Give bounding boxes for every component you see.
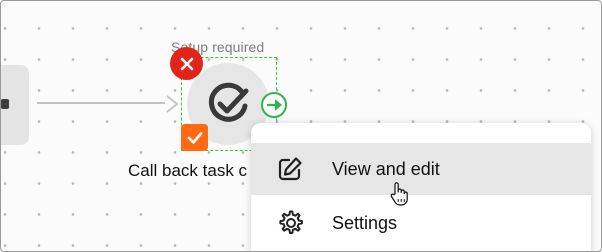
- node-select-checkbox[interactable]: [181, 124, 208, 151]
- previous-node-handle[interactable]: [1, 99, 9, 109]
- menu-item-label: View and edit: [332, 158, 440, 179]
- hand-pointer-cursor-icon: [390, 182, 408, 206]
- gear-icon: [279, 210, 303, 234]
- play-circle-icon[interactable]: [259, 91, 289, 119]
- workflow-canvas[interactable]: Setup required Call back task c View and…: [0, 0, 602, 252]
- menu-item-view-and-edit[interactable]: View and edit: [251, 143, 591, 195]
- edit-icon: [278, 157, 302, 181]
- delete-node-button[interactable]: [170, 47, 203, 80]
- node-title: Call back task c: [128, 161, 248, 180]
- check-circle-icon: [208, 82, 249, 122]
- arrow-head-icon: [166, 95, 179, 113]
- menu-item-label: Settings: [332, 212, 398, 233]
- context-menu: View and edit Settings: [251, 123, 591, 251]
- menu-item-settings[interactable]: Settings: [251, 197, 591, 249]
- close-icon: [180, 57, 193, 70]
- connector-line: [37, 102, 165, 104]
- checkmark-icon: [187, 131, 202, 144]
